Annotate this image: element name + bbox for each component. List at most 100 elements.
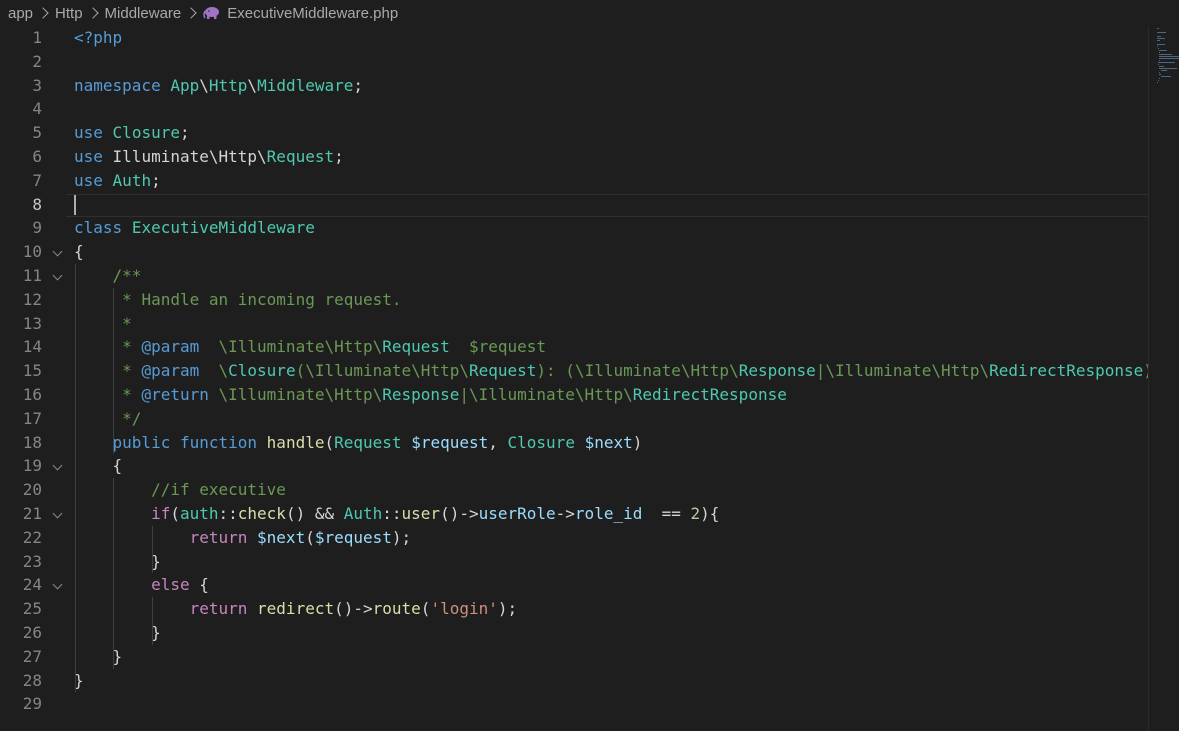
code-token: user — [401, 504, 441, 523]
code-editor[interactable]: 1 <?php 2 3 namespace App\Http\Middleware; 4 5… — [0, 26, 1148, 731]
code-token: Closure — [228, 361, 296, 381]
code-line[interactable]: 5 use Closure; — [0, 121, 1148, 145]
minimap-line — [1158, 56, 1179, 57]
fold-chevron-icon[interactable] — [52, 579, 63, 590]
code-line[interactable]: 9 class ExecutiveMiddleware — [0, 216, 1148, 240]
code-line[interactable]: 26 } — [0, 621, 1148, 645]
code-line[interactable]: 14 * @param \Illuminate\Http\Request $re… — [0, 335, 1148, 359]
code-token: \ — [247, 75, 258, 95]
fold-chevron-icon[interactable] — [52, 270, 63, 281]
line-number: 6 — [32, 147, 42, 166]
code-token: ); — [497, 599, 518, 619]
line-number: 29 — [22, 694, 42, 714]
code-line[interactable]: 15 * @param \Closure(\Illuminate\Http\Re… — [0, 359, 1148, 383]
code-token: ( — [170, 504, 180, 523]
code-token: @param — [141, 361, 200, 381]
code-line[interactable]: 17 */ — [0, 407, 1148, 431]
code-token: \Illuminate\Http\ — [208, 385, 383, 404]
code-line[interactable]: 7 use Auth; — [0, 169, 1148, 193]
line-number: 22 — [22, 527, 42, 547]
code-token: { — [74, 456, 123, 476]
code-line[interactable]: 12 * Handle an incoming request. — [0, 288, 1148, 312]
code-text: return $next($request); — [74, 526, 412, 550]
code-token: $request — [449, 337, 547, 357]
code-token: Request — [334, 432, 402, 452]
code-line[interactable]: 28} — [0, 669, 1148, 693]
code-line[interactable]: 10 { — [0, 240, 1148, 264]
code-token: Request — [382, 337, 450, 357]
code-text: } — [74, 621, 161, 645]
line-number: 19 — [22, 456, 42, 476]
code-text: public function handle(Request $request,… — [74, 431, 643, 455]
breadcrumb-item-http[interactable]: Http — [55, 5, 83, 22]
code-line[interactable]: 6 use Illuminate\Http\Request; — [0, 145, 1148, 169]
code-line[interactable]: 11 /** — [0, 264, 1148, 288]
code-token: Closure — [507, 432, 575, 452]
text-cursor — [74, 194, 76, 215]
code-line[interactable]: 2 — [0, 50, 1148, 74]
minimap-line — [1159, 66, 1164, 67]
code-line[interactable]: 25 return redirect()->route('login'); — [0, 597, 1148, 621]
code-token: Request — [266, 147, 335, 166]
code-text: use Closure; — [74, 121, 190, 145]
code-text: use Auth; — [74, 169, 161, 193]
code-token: |\Illuminate\Http\ — [815, 361, 990, 381]
code-line[interactable]: 23 } — [0, 550, 1148, 574]
code-token: ()-> — [440, 504, 479, 523]
code-token: (\Illuminate\Http\ — [295, 361, 469, 381]
code-text: * @param \Closure(\Illuminate\Http\Reque… — [74, 359, 1148, 383]
code-line[interactable]: 29 — [0, 692, 1148, 716]
breadcrumb-item-app[interactable]: app — [8, 5, 33, 22]
code-token: App — [170, 75, 200, 95]
code-token: \ — [199, 361, 229, 381]
code-token: * — [122, 361, 142, 381]
fold-chevron-icon[interactable] — [52, 508, 63, 519]
code-token: * — [122, 313, 132, 333]
code-line[interactable]: 27 } — [0, 645, 1148, 669]
code-token: handle — [266, 432, 325, 452]
code-line[interactable]: 20 //if executive — [0, 478, 1148, 502]
line-number: 26 — [22, 623, 42, 642]
code-line[interactable]: 21 if(auth::check() && Auth::user()->use… — [0, 502, 1148, 526]
code-token: :: — [382, 504, 402, 523]
code-line[interactable]: 19 { — [0, 454, 1148, 478]
code-line[interactable]: 24 else { — [0, 573, 1148, 597]
code-token: 2 — [690, 504, 701, 523]
breadcrumb-item-middleware[interactable]: Middleware — [105, 5, 182, 22]
fold-chevron-icon[interactable] — [52, 460, 63, 471]
code-token: Auth — [112, 170, 152, 190]
line-number: 4 — [32, 99, 42, 119]
code-text: namespace App\Http\Middleware; — [74, 74, 363, 98]
code-token: if — [151, 504, 171, 523]
code-line[interactable]: 22 return $next($request); — [0, 526, 1148, 550]
minimap-line — [1158, 60, 1160, 61]
code-line[interactable]: 8 — [0, 193, 1148, 217]
code-token: Http — [208, 75, 248, 95]
code-token: @param — [141, 337, 200, 357]
fold-chevron-icon[interactable] — [52, 246, 63, 257]
breadcrumb-file[interactable]: ExecutiveMiddleware.php — [227, 5, 398, 22]
code-line[interactable]: 1 <?php — [0, 26, 1148, 50]
code-token: $request — [411, 432, 489, 452]
code-line[interactable]: 13 * — [0, 312, 1148, 336]
code-line[interactable]: 3 namespace App\Http\Middleware; — [0, 74, 1148, 98]
minimap[interactable] — [1148, 26, 1179, 731]
chevron-right-icon — [37, 7, 49, 19]
code-token: return — [189, 527, 248, 547]
minimap-line — [1157, 38, 1166, 39]
code-line[interactable]: 18 public function handle(Request $reque… — [0, 431, 1148, 455]
code-line[interactable]: 16 * @return \Illuminate\Http\Response|\… — [0, 383, 1148, 407]
indent-guide — [152, 597, 153, 645]
code-token: ()-> — [334, 599, 373, 619]
code-line[interactable]: 4 — [0, 97, 1148, 121]
line-number: 27 — [22, 646, 42, 666]
code-token: } — [74, 551, 161, 571]
code-token: ( — [305, 527, 315, 547]
